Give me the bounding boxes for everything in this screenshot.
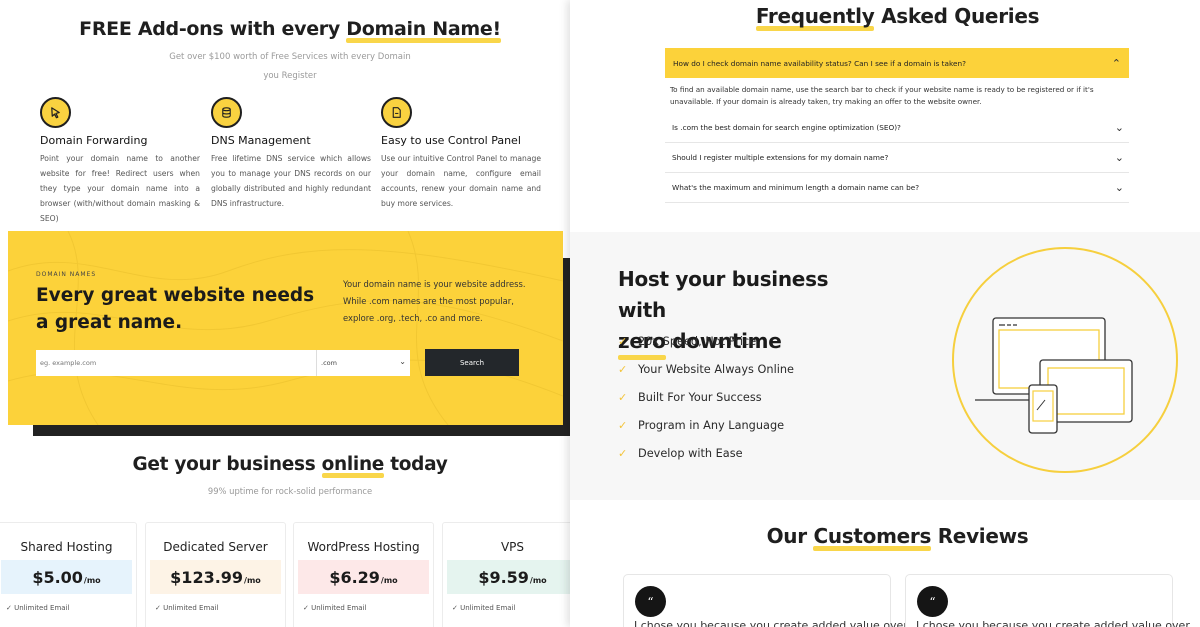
domain-headline: Every great website needs a great name.	[36, 285, 315, 333]
host-feature-list: ✓ 20x Speed, Not Price ✓ Your Website Alwa…	[618, 327, 794, 467]
plan-price: $9.59/mo	[447, 560, 570, 594]
feature-domain-forwarding: Domain Forwarding Point your domain name…	[40, 97, 200, 226]
review-card: “ I chose you because you create added v…	[905, 574, 1190, 627]
document-icon	[381, 97, 412, 128]
feature-title: DNS Management	[211, 134, 311, 147]
check-icon: ✓	[6, 604, 15, 612]
plan-name: WordPress Hosting	[307, 540, 420, 554]
cursor-icon	[40, 97, 71, 128]
reviews-title: Our Customers Reviews	[766, 524, 1029, 551]
faq-item[interactable]: Is .com the best domain for search engin…	[665, 113, 1129, 143]
plan-card-dedicated[interactable]: Dedicated Server $123.99/mo ✓ Unlimited …	[145, 522, 286, 627]
review-text: I chose you because you create added val…	[916, 619, 1190, 627]
search-button[interactable]: Search	[425, 349, 519, 376]
left-panel: FREE Add-ons with every Domain Name! Get…	[0, 0, 570, 627]
list-item: ✓ Your Website Always Online	[618, 362, 794, 376]
addons-subtitle: Get over $100 worth of Free Services wit…	[169, 52, 411, 81]
list-item: ✓ Built For Your Success	[618, 390, 762, 404]
plan-card-vps[interactable]: VPS $9.59/mo ✓ Unlimited Email	[442, 522, 570, 627]
feature-title: Domain Forwarding	[40, 134, 148, 147]
chevron-down-icon: ⌄	[1114, 151, 1124, 164]
quote-icon: “	[635, 586, 666, 617]
feature-text: Use our intuitive Control Panel to manag…	[381, 154, 541, 208]
feature-control-panel: Easy to use Control Panel Use our intuit…	[381, 97, 541, 211]
tld-select[interactable]: .com ⌄	[316, 350, 410, 376]
plan-price: $123.99/mo	[150, 560, 281, 594]
plan-feature: ✓ Unlimited Email	[303, 604, 367, 612]
plan-feature: ✓ Unlimited Email	[155, 604, 219, 612]
check-icon: ✓	[155, 604, 164, 612]
plan-card-shared[interactable]: Shared Hosting $5.00/mo ✓ Unlimited Emai…	[0, 522, 137, 627]
right-panel: Frequently Asked Queries How do I check …	[570, 0, 1200, 627]
check-icon: ✓	[618, 418, 628, 432]
faq-item[interactable]: Should I register multiple extensions fo…	[665, 143, 1129, 173]
faq-item[interactable]: What's the maximum and minimum length a …	[665, 173, 1129, 203]
chevron-down-icon: ⌄	[1114, 121, 1124, 134]
list-item: ✓ Develop with Ease	[618, 446, 743, 460]
faq-list: Is .com the best domain for search engin…	[665, 113, 1129, 203]
chevron-up-icon: ⌃	[1111, 56, 1121, 70]
faq-answer: To find an available domain name, use th…	[670, 85, 1094, 106]
review-text: I chose you because you create added val…	[634, 619, 908, 627]
faq-question: How do I check domain name availability …	[673, 58, 966, 68]
devices-illustration	[952, 247, 1178, 473]
host-section: Host your business with zero downtime ✓ 20…	[570, 232, 1200, 500]
review-card: “ I chose you because you create added v…	[623, 574, 908, 627]
domain-search-input[interactable]	[36, 350, 316, 376]
feature-text: Free lifetime DNS service which allows y…	[211, 154, 371, 208]
addons-title-highlight: Domain Name!	[346, 18, 501, 43]
plan-name: Shared Hosting	[20, 540, 113, 554]
list-item: ✓ Program in Any Language	[618, 418, 785, 432]
feature-text: Point your domain name to another websit…	[40, 154, 200, 223]
faq-item-open[interactable]: How do I check domain name availability …	[665, 48, 1129, 78]
feature-dns-management: DNS Management Free lifetime DNS service…	[211, 97, 371, 211]
list-item: ✓ 20x Speed, Not Price	[618, 334, 757, 348]
plan-name: VPS	[500, 540, 525, 554]
domain-search-box: DOMAIN NAMES Every great website needs a…	[8, 231, 563, 425]
check-icon: ✓	[303, 604, 312, 612]
addons-title: FREE Add-ons with every Domain Name!	[79, 18, 501, 43]
plan-name: Dedicated Server	[163, 540, 268, 554]
check-icon: ✓	[452, 604, 461, 612]
check-icon: ✓	[618, 446, 628, 460]
check-icon: ✓	[618, 390, 628, 404]
chevron-down-icon: ⌄	[1114, 181, 1124, 194]
plan-price: $5.00/mo	[1, 560, 132, 594]
check-icon: ✓	[618, 334, 628, 348]
plan-feature: ✓ Unlimited Email	[6, 604, 70, 612]
check-icon: ✓	[618, 362, 628, 376]
chevron-down-icon: ⌄	[399, 357, 406, 366]
quote-icon: “	[917, 586, 948, 617]
plan-price: $6.29/mo	[298, 560, 429, 594]
plan-feature: ✓ Unlimited Email	[452, 604, 516, 612]
pricing-title: Get your business online today	[132, 454, 448, 478]
pricing-subtitle: 99% uptime for rock-solid performance	[207, 486, 373, 496]
feature-title: Easy to use Control Panel	[381, 134, 521, 147]
faq-title: Frequently Asked Queries	[755, 4, 1040, 31]
database-icon	[211, 97, 242, 128]
domain-eyebrow: DOMAIN NAMES	[36, 271, 97, 278]
plan-card-wordpress[interactable]: WordPress Hosting $6.29/mo ✓ Unlimited E…	[293, 522, 434, 627]
domain-description: Your domain name is your website address…	[343, 279, 526, 323]
